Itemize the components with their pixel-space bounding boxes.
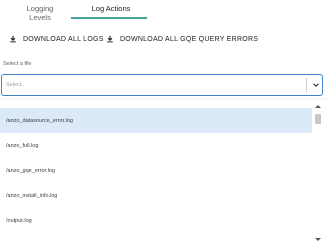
tab-logging-levels[interactable]: Logging Levels — [18, 4, 62, 22]
download-icon — [107, 35, 113, 43]
scrollbar-thumb[interactable] — [315, 114, 321, 124]
download-gqe-errors-label: DOWNLOAD ALL GQE QUERY ERRORS — [120, 35, 259, 43]
download-gqe-errors-button[interactable]: DOWNLOAD ALL GQE QUERY ERRORS — [106, 34, 258, 44]
scroll-down-arrow-icon[interactable] — [315, 238, 321, 241]
dropdown-option[interactable]: /anzo_datasource_error.log — [0, 108, 312, 133]
file-select-input[interactable] — [6, 80, 296, 90]
file-select[interactable] — [1, 74, 323, 96]
download-all-logs-button[interactable]: DOWNLOAD ALL LOGS — [9, 34, 104, 44]
active-tab-indicator — [71, 17, 147, 19]
dropdown-option[interactable]: /anzo_install_info.log — [0, 183, 312, 208]
dropdown-scrollbar[interactable] — [313, 100, 322, 246]
select-file-label: Select a file — [3, 61, 32, 67]
dropdown-option[interactable]: /anzo_full.log — [0, 133, 312, 158]
select-divider — [306, 78, 307, 92]
tab-log-actions[interactable]: Log Actions — [90, 4, 132, 13]
file-dropdown-menu: /anzo_datasource_error.log /anzo_full.lo… — [0, 100, 329, 246]
download-icon — [10, 35, 16, 43]
download-all-logs-label: DOWNLOAD ALL LOGS — [23, 35, 104, 43]
chevron-down-icon[interactable] — [312, 81, 320, 89]
dropdown-option[interactable]: /output.log — [0, 208, 312, 233]
scroll-up-arrow-icon[interactable] — [315, 105, 321, 108]
dropdown-option[interactable]: /anzo_gqe_error.log — [0, 158, 312, 183]
tab-bar: Logging Levels Log Actions — [0, 0, 329, 22]
